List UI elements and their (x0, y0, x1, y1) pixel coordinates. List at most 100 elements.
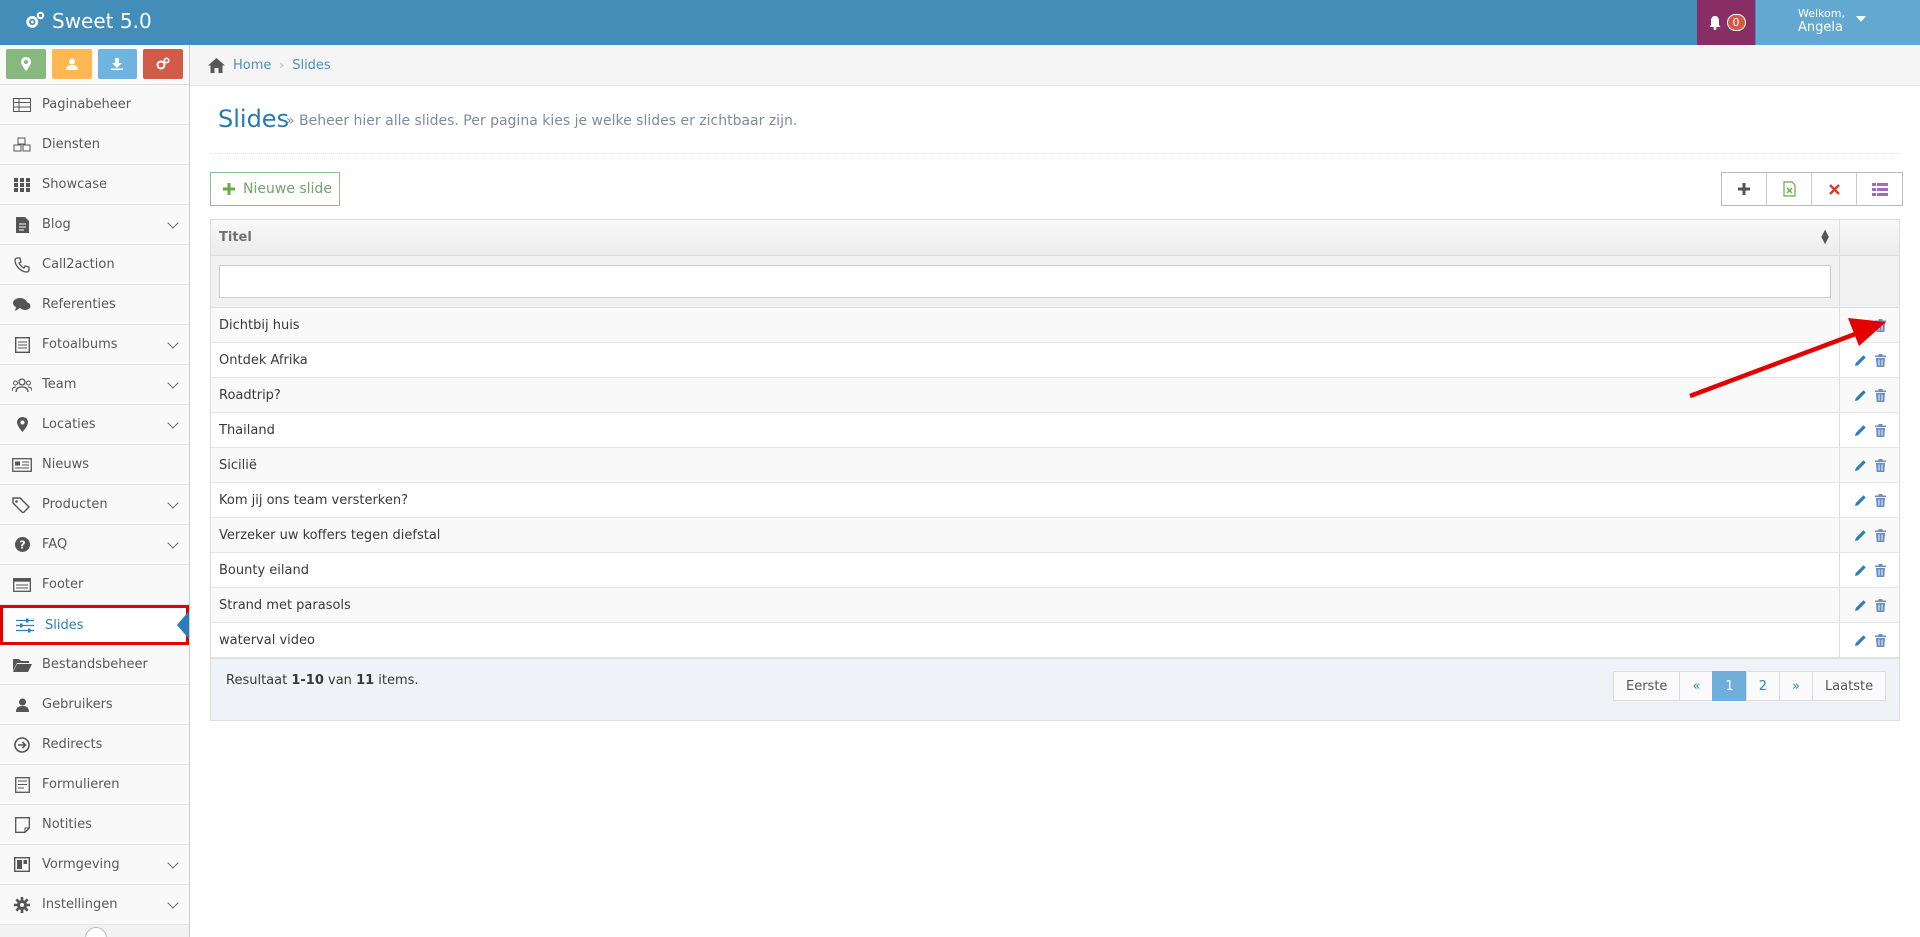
new-slide-button[interactable]: Nieuwe slide (210, 172, 340, 206)
form-icon (11, 776, 33, 794)
delete-selected-button[interactable] (1812, 173, 1857, 205)
sidebar-item-paginabeheer[interactable]: Paginabeheer (0, 85, 189, 125)
album-icon (11, 336, 33, 354)
table-footer: Resultaat 1-10 van 11 items. Eerste « 1 … (211, 658, 1899, 720)
pagination-prev[interactable]: « (1679, 671, 1714, 701)
pencil-icon[interactable] (1854, 634, 1867, 647)
sidebar-item-locaties[interactable]: Locaties (0, 405, 189, 445)
pencil-icon[interactable] (1854, 459, 1867, 472)
pencil-icon[interactable] (1854, 319, 1867, 332)
pencil-icon[interactable] (1854, 389, 1867, 402)
trash-icon[interactable] (1874, 598, 1886, 612)
sidebar-item-gebruikers[interactable]: Gebruikers (0, 685, 189, 725)
user-menu[interactable]: Welkom, Angela (1756, 0, 1920, 45)
phone-icon (11, 256, 33, 274)
trash-icon[interactable] (1874, 563, 1886, 577)
slide-title-cell[interactable]: Thailand (211, 413, 1840, 447)
home-icon[interactable] (208, 57, 225, 73)
brand[interactable]: Sweet 5.0 (24, 9, 152, 33)
shortcut-locations-button[interactable] (6, 49, 46, 79)
sidebar-item-formulieren[interactable]: Formulieren (0, 765, 189, 805)
slide-title-cell[interactable]: Roadtrip? (211, 378, 1840, 412)
sidebar-item-referenties[interactable]: Referenties (0, 285, 189, 325)
table-row: Sicilië (211, 448, 1899, 483)
sidebar-item-label: Redirects (42, 737, 103, 752)
breadcrumb-current[interactable]: Slides (292, 58, 331, 73)
result-prefix: Resultaat (226, 673, 292, 688)
pencil-icon[interactable] (1854, 494, 1867, 507)
redirect-icon (11, 736, 33, 754)
sidebar-item-redirects[interactable]: Redirects (0, 725, 189, 765)
sidebar-item-call2action[interactable]: Call2action (0, 245, 189, 285)
pagination-last[interactable]: Laatste (1811, 671, 1887, 701)
pagination-page-2[interactable]: 2 (1745, 671, 1780, 701)
sidebar-item-slides[interactable]: Slides (0, 605, 189, 645)
sidebar-item-instellingen[interactable]: Instellingen (0, 885, 189, 925)
sidebar-item-fotoalbums[interactable]: Fotoalbums (0, 325, 189, 365)
trash-icon[interactable] (1874, 633, 1886, 647)
sidebar-item-footer[interactable]: Footer (0, 565, 189, 605)
chevron-down-icon (167, 417, 179, 429)
trash-icon[interactable] (1874, 423, 1886, 437)
sidebar-item-label: Showcase (42, 177, 107, 192)
trash-icon[interactable] (1874, 318, 1886, 332)
shortcut-settings-button[interactable] (143, 49, 183, 79)
sidebar-item-showcase[interactable]: Showcase (0, 165, 189, 205)
pagination-page-1[interactable]: 1 (1712, 671, 1747, 701)
title-filter-input[interactable] (219, 265, 1831, 298)
add-button[interactable] (1722, 173, 1767, 205)
slide-title-cell[interactable]: waterval video (211, 623, 1840, 657)
trash-icon[interactable] (1874, 353, 1886, 367)
slide-title-cell[interactable]: Dichtbij huis (211, 308, 1840, 342)
sidebar-item-blog[interactable]: Blog (0, 205, 189, 245)
sidebar-item-label: FAQ (42, 537, 68, 552)
slides-table: Titel ▲ ▼ Dichtbij huis Ontdek Afrika Roadt… (210, 219, 1900, 721)
pencil-icon[interactable] (1854, 599, 1867, 612)
shortcut-download-button[interactable] (97, 49, 138, 79)
trash-icon[interactable] (1874, 458, 1886, 472)
sidebar-item-bestandsbeheer[interactable]: Bestandsbeheer (0, 645, 189, 685)
pencil-icon[interactable] (1854, 564, 1867, 577)
result-range: 1-10 (291, 673, 324, 688)
breadcrumb-home-link[interactable]: Home (233, 58, 271, 73)
export-excel-button[interactable] (1767, 173, 1812, 205)
sidebar-item-faq[interactable]: ? FAQ (0, 525, 189, 565)
pencil-icon[interactable] (1854, 529, 1867, 542)
pencil-icon[interactable] (1854, 354, 1867, 367)
sidebar-collapse-button[interactable] (85, 927, 107, 937)
grid-icon (11, 176, 33, 194)
pagination-first[interactable]: Eerste (1613, 671, 1681, 701)
chevron-down-icon (167, 377, 179, 389)
sidebar-item-diensten[interactable]: Diensten (0, 125, 189, 165)
slide-title-cell[interactable]: Kom jij ons team versterken? (211, 483, 1840, 517)
columns-button[interactable] (1857, 173, 1902, 205)
table-row: Ontdek Afrika (211, 343, 1899, 378)
column-header-title[interactable]: Titel ▲ ▼ (211, 220, 1840, 255)
sidebar-item-notities[interactable]: Notities (0, 805, 189, 845)
sidebar-item-nieuws[interactable]: Nieuws (0, 445, 189, 485)
pencil-icon[interactable] (1854, 424, 1867, 437)
notifications-button[interactable]: 0 (1697, 0, 1755, 45)
active-indicator (177, 611, 189, 639)
trash-icon[interactable] (1874, 493, 1886, 507)
sidebar-item-vormgeving[interactable]: Vormgeving (0, 845, 189, 885)
row-actions (1840, 588, 1899, 622)
pagination-next[interactable]: » (1778, 671, 1813, 701)
sidebar-item-label: Formulieren (42, 777, 120, 792)
slide-title-cell[interactable]: Sicilië (211, 448, 1840, 482)
table-header: Titel ▲ ▼ (211, 220, 1899, 256)
table-row: Strand met parasols (211, 588, 1899, 623)
trash-icon[interactable] (1874, 388, 1886, 402)
top-navbar: Sweet 5.0 0 Welkom, Angela (0, 0, 1920, 45)
slide-title-cell[interactable]: Ontdek Afrika (211, 343, 1840, 377)
sidebar-item-team[interactable]: Team (0, 365, 189, 405)
trash-icon[interactable] (1874, 528, 1886, 542)
pagination: Eerste « 1 2 » Laatste (1613, 671, 1887, 701)
result-total: 11 (356, 673, 375, 688)
slide-title-cell[interactable]: Strand met parasols (211, 588, 1840, 622)
slide-title-cell[interactable]: Bounty eiland (211, 553, 1840, 587)
sidebar-item-producten[interactable]: Producten (0, 485, 189, 525)
shortcut-users-button[interactable] (51, 49, 92, 79)
slide-title-cell[interactable]: Verzeker uw koffers tegen diefstal (211, 518, 1840, 552)
column-title-label: Titel (219, 230, 252, 245)
